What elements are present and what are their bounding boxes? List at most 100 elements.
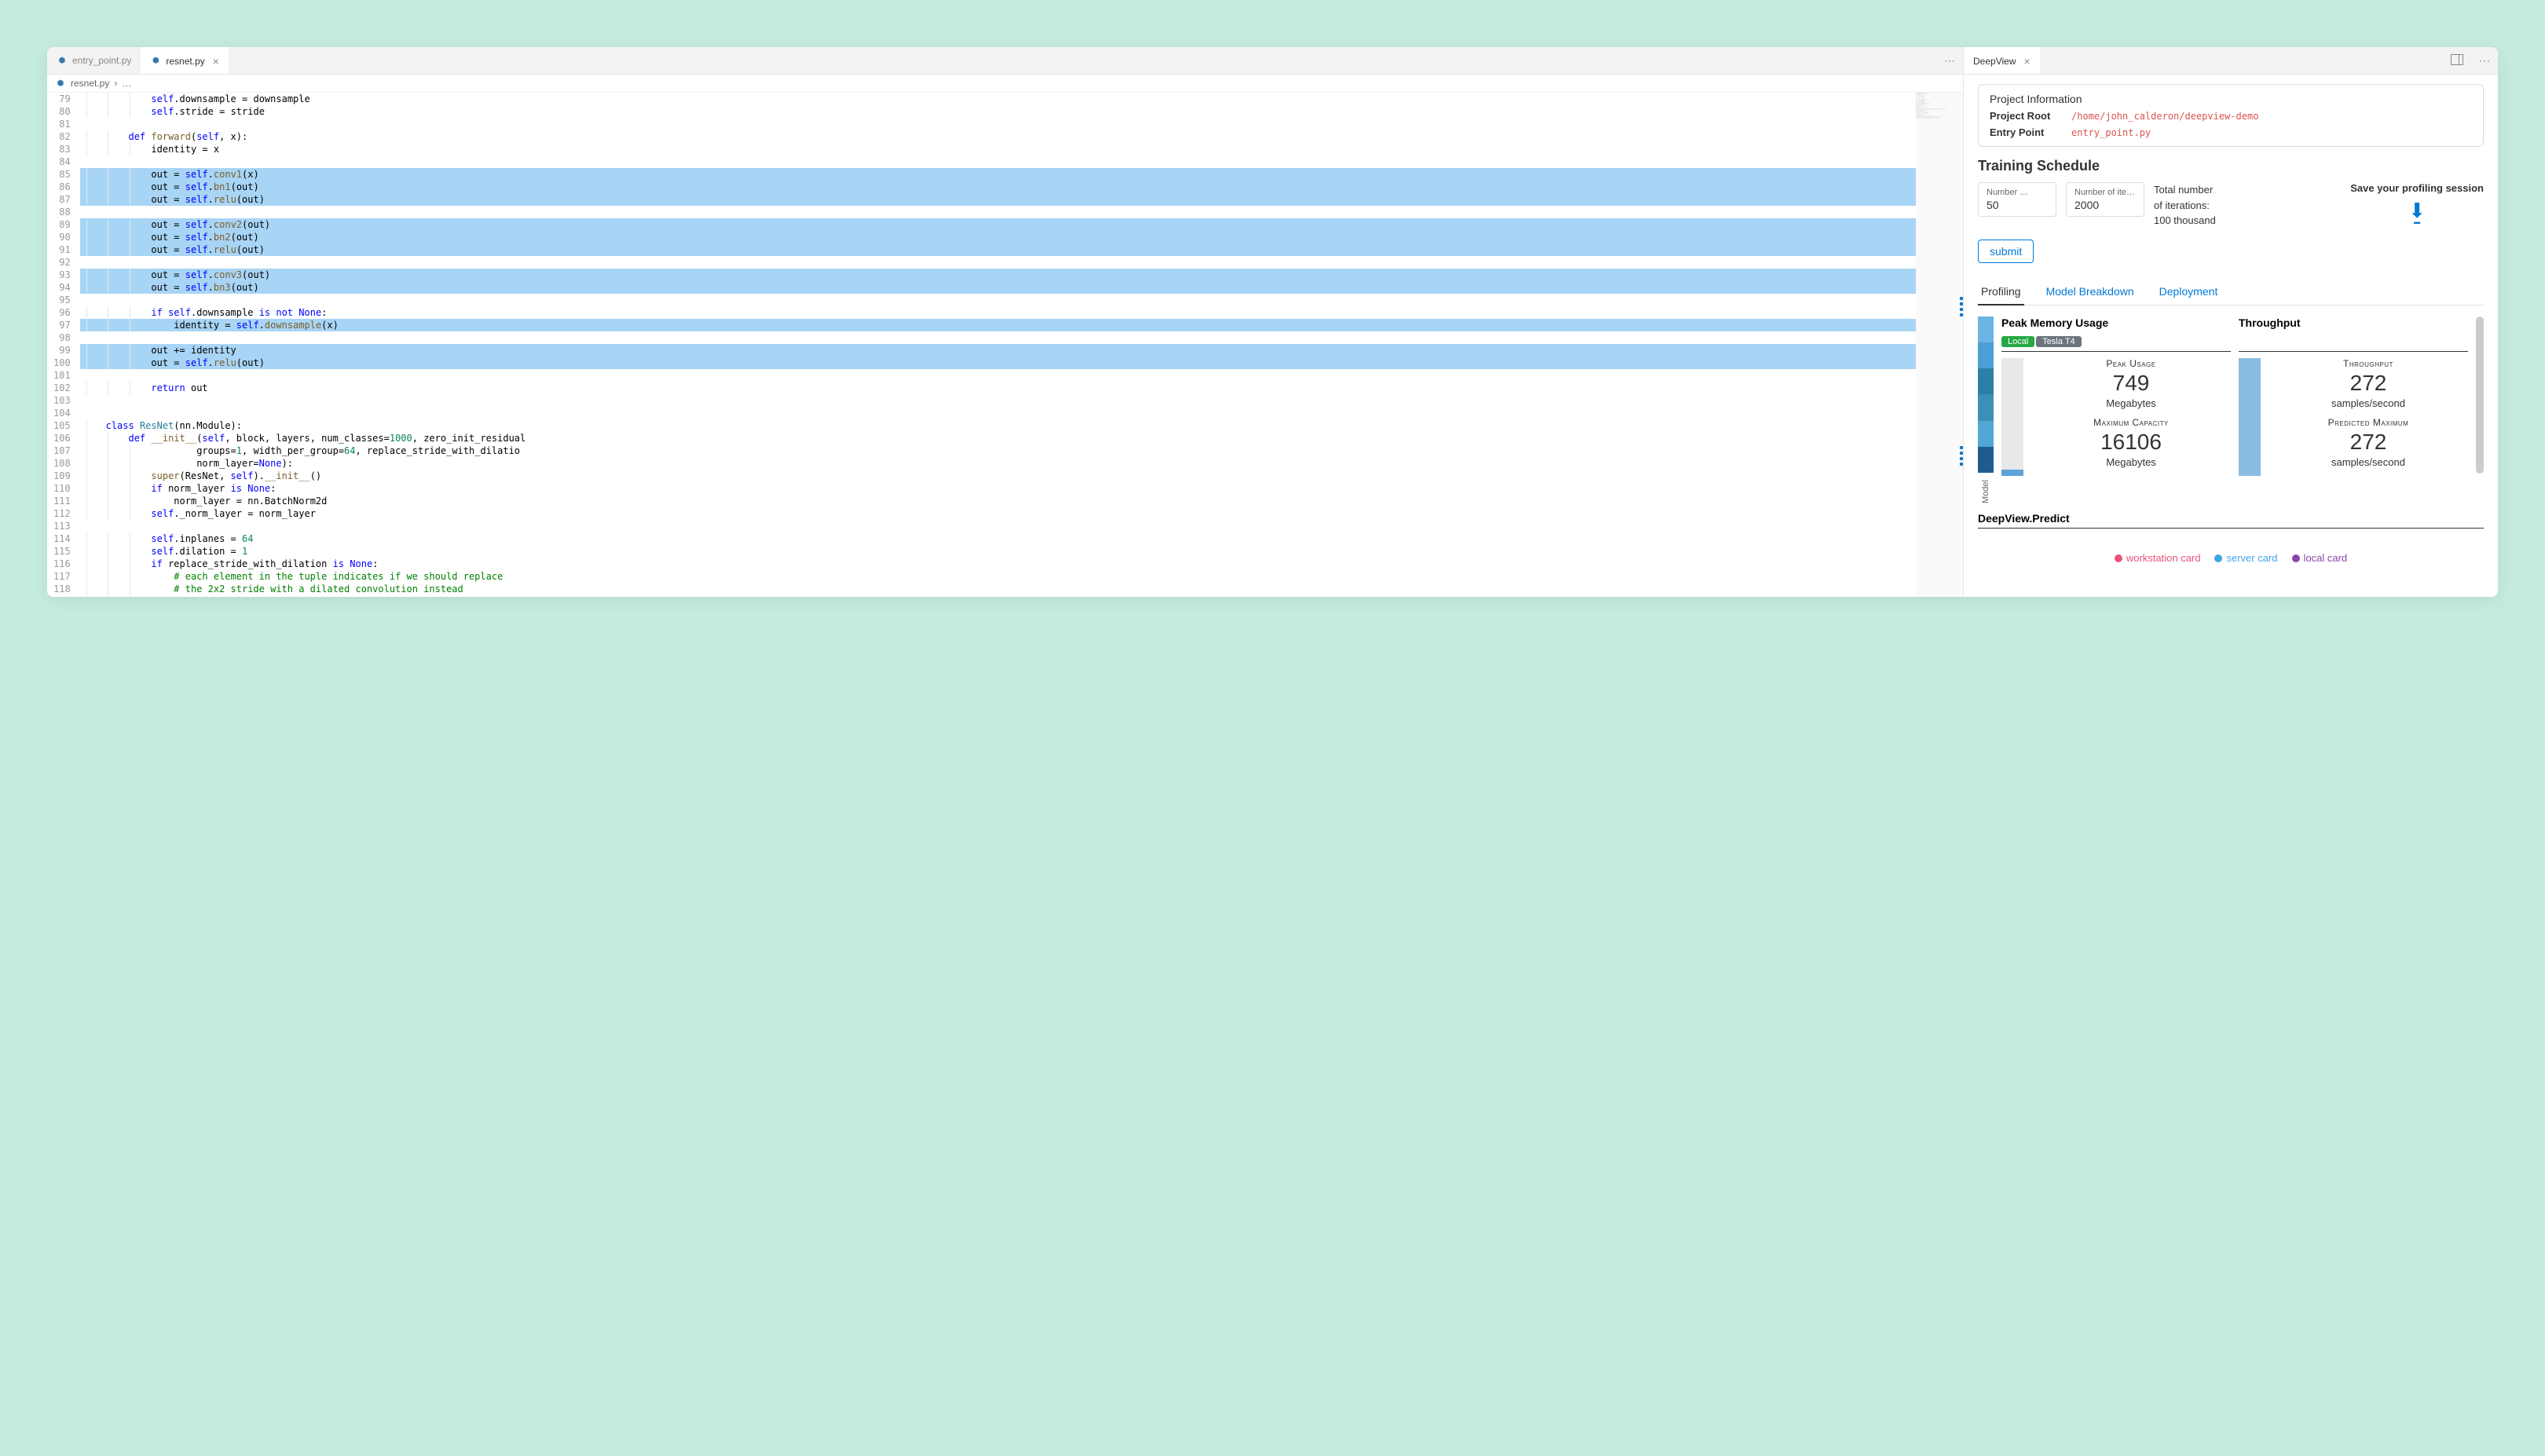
minimap[interactable]: self.downsample = downsample self.stride… [1916,93,1963,597]
tab-deployment[interactable]: Deployment [2156,279,2221,305]
python-icon: ⬢ [150,56,161,67]
code-line[interactable] [80,520,1916,532]
tab-profiling[interactable]: Profiling [1978,279,2024,305]
code-line[interactable] [80,394,1916,407]
code-line[interactable]: def forward(self, x): [80,130,1916,143]
tab-label: resnet.py [166,56,204,67]
code-line[interactable]: self.dilation = 1 [80,545,1916,558]
download-icon[interactable]: ⬇▬ [2350,199,2484,225]
code-line[interactable]: self.stride = stride [80,105,1916,118]
code-line[interactable]: self._norm_layer = norm_layer [80,507,1916,520]
predict-heading: DeepView.Predict [1978,512,2484,529]
legend-item: local card [2292,552,2348,564]
code-line[interactable]: norm_layer = nn.BatchNorm2d [80,495,1916,507]
split-handle-icon[interactable] [1960,297,1963,316]
code-line[interactable]: identity = self.downsample(x) [80,319,1916,331]
throughput-bar [2239,358,2261,476]
code-line[interactable]: out = self.bn3(out) [80,281,1916,294]
code-line[interactable]: out = self.relu(out) [80,193,1916,206]
scrollbar[interactable] [2476,316,2484,474]
code-line[interactable] [80,118,1916,130]
close-icon[interactable]: × [2023,55,2030,68]
code-line[interactable]: identity = x [80,143,1916,155]
code-line[interactable]: if norm_layer is None: [80,482,1916,495]
tab-label: DeepView [1973,56,2016,67]
legend-item: workstation card [2115,552,2201,564]
local-badge: Local [2001,336,2034,347]
code-line[interactable]: replace_stride_with_dilation = [False, F… [80,595,1916,597]
code-line[interactable] [80,256,1916,269]
code-line[interactable]: if replace_stride_with_dilation is None: [80,558,1916,570]
tab-overflow-button[interactable]: ⋯ [1936,54,1963,68]
code-line[interactable]: norm_layer=None): [80,457,1916,470]
code-line[interactable]: self.inplanes = 64 [80,532,1916,545]
peak-usage-label: Peak Usage [2031,358,2231,369]
right-tab-bar: DeepView × ⋯ [1964,47,2498,75]
code-line[interactable]: out = self.relu(out) [80,243,1916,256]
legend-label: workstation card [2126,552,2201,564]
tab-entry-point[interactable]: ⬢ entry_point.py [47,47,141,74]
tab-deepview[interactable]: DeepView × [1964,47,2040,74]
code-line[interactable] [80,206,1916,218]
code-line[interactable]: # each element in the tuple indicates if… [80,570,1916,583]
entry-point-label: Entry Point [1990,126,2060,138]
max-capacity-label: Maximum Capacity [2031,417,2231,428]
memory-bar [2001,358,2023,476]
python-icon: ⬢ [57,55,68,66]
breadcrumb[interactable]: ⬢ resnet.py › … [47,75,1963,93]
throughput-label: Throughput [2269,358,2468,369]
field-label: Number … [1987,188,2048,197]
layout-button[interactable] [2443,54,2471,68]
python-icon: ⬢ [55,78,66,89]
code-line[interactable]: out = self.bn2(out) [80,231,1916,243]
code-line[interactable] [80,155,1916,168]
code-line[interactable]: def __init__(self, block, layers, num_cl… [80,432,1916,444]
code-line[interactable] [80,294,1916,306]
code-line[interactable] [80,331,1916,344]
code-line[interactable]: class ResNet(nn.Module): [80,419,1916,432]
code-area[interactable]: self.downsample = downsample self.stride… [80,93,1916,597]
legend: workstation card server card local card [1978,552,2484,564]
gpu-badge: Tesla T4 [2036,336,2081,347]
field-value: 2000 [2074,199,2136,211]
editor[interactable]: 7980818283848586878889909192939495969798… [47,93,1963,597]
max-capacity-value: 16106 [2031,430,2231,455]
number-field[interactable]: Number … 50 [1978,182,2056,217]
split-handle-icon[interactable] [1960,446,1963,466]
code-line[interactable]: self.downsample = downsample [80,93,1916,105]
code-line[interactable]: out = self.conv1(x) [80,168,1916,181]
code-line[interactable]: return out [80,382,1916,394]
code-line[interactable]: groups=1, width_per_group=64, replace_st… [80,444,1916,457]
tab-model-breakdown[interactable]: Model Breakdown [2043,279,2137,305]
code-line[interactable] [80,369,1916,382]
code-line[interactable]: if self.downsample is not None: [80,306,1916,319]
code-line[interactable]: out = self.relu(out) [80,357,1916,369]
code-line[interactable]: out = self.conv2(out) [80,218,1916,231]
save-session: Save your profiling session ⬇▬ [2350,182,2484,225]
tab-resnet[interactable]: ⬢ resnet.py × [141,47,229,74]
code-line[interactable]: out += identity [80,344,1916,357]
code-line[interactable] [80,407,1916,419]
legend-item: server card [2214,552,2277,564]
metrics-row: Model Peak Memory Usage LocalTesla T4 [1978,316,2484,503]
editor-tab-bar: ⬢ entry_point.py ⬢ resnet.py × ⋯ [47,47,1963,75]
field-value: 50 [1987,199,2048,211]
training-schedule-row: Number … 50 Number of ite… 2000 Total nu… [1978,182,2484,229]
training-heading: Training Schedule [1978,158,2484,174]
code-line[interactable]: out = self.conv3(out) [80,269,1916,281]
tab-overflow-button[interactable]: ⋯ [2471,54,2498,68]
throughput-unit: samples/second [2269,397,2468,409]
code-line[interactable]: # the 2x2 stride with a dilated convolut… [80,583,1916,595]
iterations-field[interactable]: Number of ite… 2000 [2066,182,2144,217]
peak-usage-unit: Megabytes [2031,397,2231,409]
predicted-max-label: Predicted Maximum [2269,417,2468,428]
field-label: Number of ite… [2074,188,2136,197]
submit-button[interactable]: submit [1978,240,2034,263]
max-capacity-unit: Megabytes [2031,456,2231,468]
heatmap-label: Model [1981,480,1990,503]
total-iterations-text: Total number of iterations: 100 thousand [2154,182,2216,229]
close-icon[interactable]: × [213,55,219,68]
code-line[interactable]: out = self.bn1(out) [80,181,1916,193]
code-line[interactable]: super(ResNet, self).__init__() [80,470,1916,482]
legend-label: local card [2304,552,2348,564]
